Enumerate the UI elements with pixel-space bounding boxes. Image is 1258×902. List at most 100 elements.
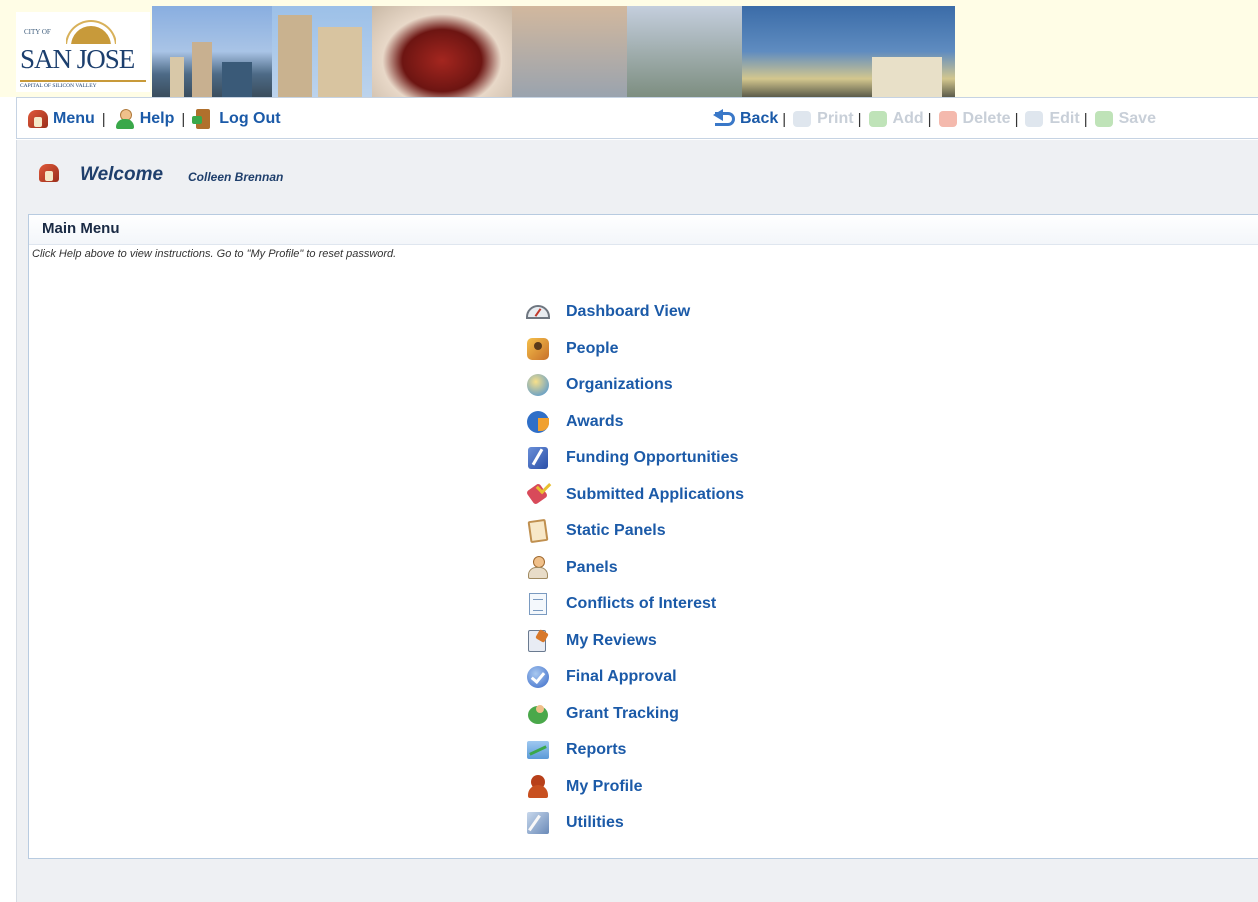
door-exit-icon [192,108,216,130]
pie-icon [525,409,551,435]
menu-item-grant-tracking[interactable]: Grant Tracking [525,696,744,733]
main-menu-list: Dashboard View People Organizations Awar… [525,294,744,842]
menu-item-awards[interactable]: Awards [525,404,744,441]
menu-item-label: Reports [566,741,627,759]
help-person-icon [113,108,137,130]
toolbar: Menu | Help | Log Out Back | Print | Add… [16,97,1258,139]
menu-item-my-profile[interactable]: My Profile [525,769,744,806]
gauge-icon [525,299,551,325]
person-icon [525,555,551,581]
tools-icon [525,810,551,836]
separator: | [1014,110,1019,128]
globe-icon [525,372,551,398]
menu-item-label: Conflicts of Interest [566,595,717,613]
separator: | [181,110,186,128]
separator: | [857,110,862,128]
notepad-icon [525,628,551,654]
add-button[interactable]: Add [866,108,924,130]
menu-item-organizations[interactable]: Organizations [525,367,744,404]
menu-item-people[interactable]: People [525,331,744,368]
menu-item-conflicts-of-interest[interactable]: Conflicts of Interest [525,586,744,623]
menu-item-label: My Profile [566,777,643,795]
photo-sculpture [512,6,627,97]
logout-button[interactable]: Log Out [192,108,281,130]
back-button[interactable]: Back [713,108,778,130]
save-label: Save [1118,110,1156,127]
menu-item-funding-opportunities[interactable]: Funding Opportunities [525,440,744,477]
logo-city-of: CITY OF [24,28,51,36]
clipboard-icon [525,518,551,544]
save-button[interactable]: Save [1092,108,1156,130]
delete-x-icon [936,108,960,130]
menu-item-label: Static Panels [566,522,666,540]
user-group-icon [525,701,551,727]
menu-item-panels[interactable]: Panels [525,550,744,587]
photo-palms [627,6,742,97]
menu-label: Menu [53,110,95,127]
menu-item-label: Dashboard View [566,303,691,321]
print-button[interactable]: Print [790,108,854,130]
menu-button[interactable]: Menu [26,108,95,130]
back-label: Back [740,110,779,127]
printer-icon [790,108,814,130]
menu-item-reports[interactable]: Reports [525,732,744,769]
main-menu-title: Main Menu [42,220,120,237]
menu-item-label: Organizations [566,376,673,394]
welcome-user-name: Colleen Brennan [188,170,284,184]
menu-item-label: Submitted Applications [566,485,745,503]
menu-item-label: Grant Tracking [566,704,679,722]
edit-label: Edit [1049,110,1080,127]
photo-towers [272,6,372,97]
plus-icon [866,108,890,130]
menu-item-my-reviews[interactable]: My Reviews [525,623,744,660]
checkmark-icon [525,664,551,690]
separator: | [101,110,106,128]
menu-item-utilities[interactable]: Utilities [525,805,744,842]
menu-item-label: Final Approval [566,668,677,686]
separator: | [782,110,787,128]
help-label: Help [139,110,175,127]
add-label: Add [892,110,924,127]
main-menu-header: Main Menu [29,215,1258,245]
pen-document-icon [525,445,551,471]
home-icon [37,162,61,184]
sun-logo-icon [66,18,116,44]
welcome-bar: Welcome Colleen Brennan [16,140,1258,210]
menu-item-label: People [566,339,619,357]
print-label: Print [817,110,854,127]
header-banner: CITY OF SAN JOSE CAPITAL OF SILICON VALL… [0,0,1258,97]
logo-name: SAN JOSE [20,44,135,74]
menu-item-label: Awards [566,412,624,430]
photo-firefighters [742,6,955,97]
menu-item-label: Utilities [566,814,624,832]
menu-item-dashboard-view[interactable]: Dashboard View [525,294,744,331]
people-icon [525,336,551,362]
help-button[interactable]: Help [113,108,175,130]
edit-pencil-icon [1022,108,1046,130]
city-logo: CITY OF SAN JOSE CAPITAL OF SILICON VALL… [16,12,150,92]
separator: | [927,110,932,128]
pencil-check-icon [525,482,551,508]
separator: | [1083,110,1088,128]
banner-photo-collage [152,6,955,97]
edit-button[interactable]: Edit [1022,108,1080,130]
menu-item-static-panels[interactable]: Static Panels [525,513,744,550]
photo-skyline [152,6,272,97]
instructions-text: Click Help above to view instructions. G… [32,248,397,260]
logout-label: Log Out [219,110,281,127]
delete-label: Delete [962,110,1011,127]
menu-item-submitted-applications[interactable]: Submitted Applications [525,477,744,514]
welcome-title: Welcome [80,164,164,185]
menu-item-final-approval[interactable]: Final Approval [525,659,744,696]
user-icon [525,774,551,800]
delete-button[interactable]: Delete [936,108,1011,130]
document-icon [525,591,551,617]
menu-item-label: Funding Opportunities [566,449,739,467]
menu-item-label: Panels [566,558,618,576]
photo-dancer [372,6,512,97]
main-menu-panel: Main Menu Click Help above to view instr… [28,214,1258,859]
chart-icon [525,737,551,763]
menu-item-label: My Reviews [566,631,657,649]
home-icon [26,108,50,130]
back-arrow-icon [713,108,737,130]
